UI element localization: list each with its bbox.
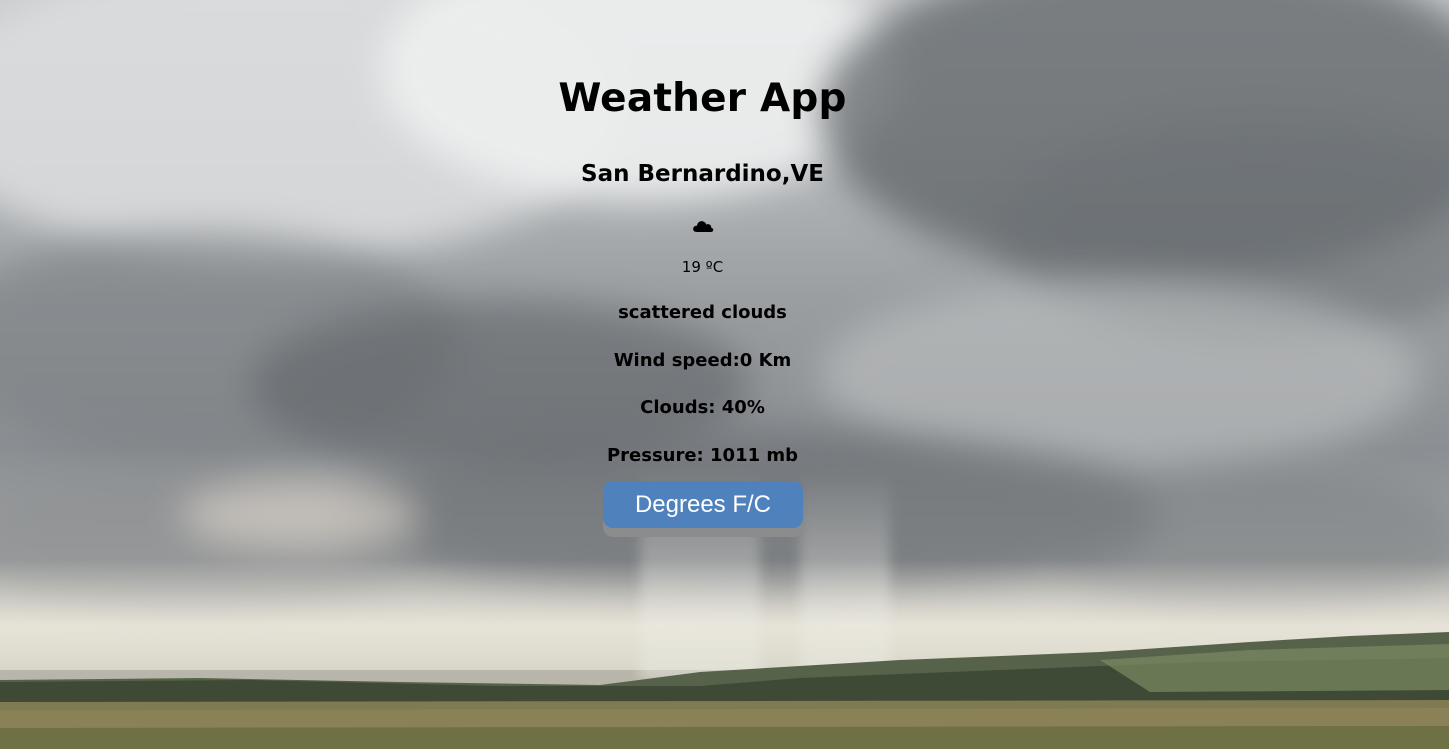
cloud-coverage: Clouds: 40%: [640, 397, 765, 418]
weather-description: scattered clouds: [618, 302, 787, 323]
toggle-units-button[interactable]: Degrees F/C: [603, 481, 803, 528]
pressure: Pressure: 1011 mb: [606, 445, 799, 466]
page-title: Weather App: [558, 76, 847, 121]
temperature: 19 ºC: [681, 258, 724, 276]
cloud-icon: [691, 216, 715, 234]
wind-speed: Wind speed:0 Km: [613, 350, 792, 371]
location-name: San Bernardino,VE: [581, 161, 824, 187]
